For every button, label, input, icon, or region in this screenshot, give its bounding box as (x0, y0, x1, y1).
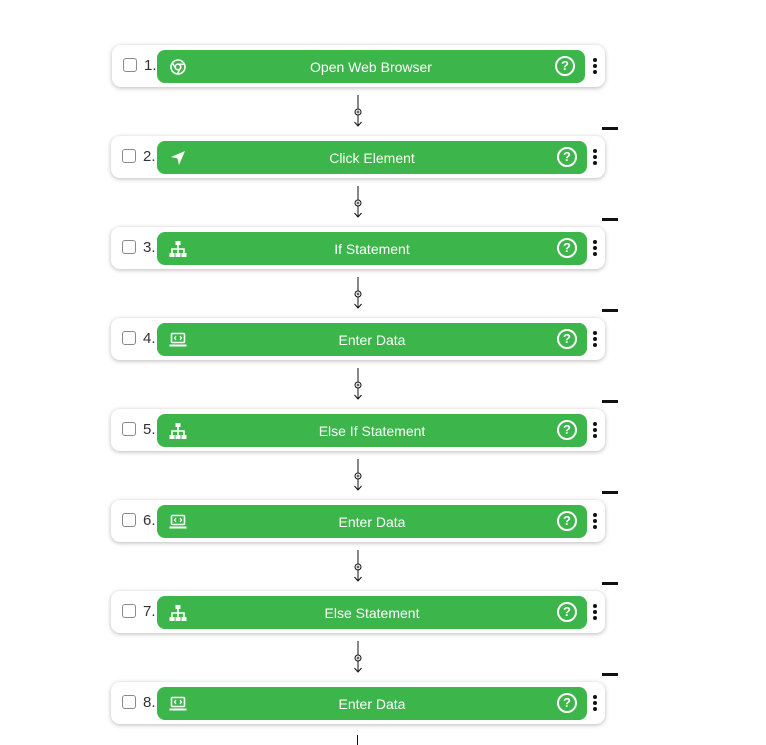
connector-arrow (352, 459, 364, 491)
connector-arrow (352, 277, 364, 309)
help-icon[interactable]: ? (557, 329, 577, 349)
step-action-button[interactable]: Else If Statement ? (157, 414, 587, 447)
more-options-icon[interactable] (592, 58, 598, 76)
step-action-button[interactable]: Else Statement ? (157, 596, 587, 629)
step-number: 5. (143, 421, 156, 438)
more-options-icon[interactable] (592, 331, 598, 349)
step-action-button[interactable]: Enter Data ? (157, 687, 587, 720)
step-card-5[interactable]: 5. Else If Statement ? (111, 409, 605, 451)
step-number: 2. (143, 148, 156, 165)
connector-arrow (352, 368, 364, 400)
collapse-button[interactable] (602, 673, 618, 676)
step-action-button[interactable]: Enter Data ? (157, 505, 587, 538)
laptop-code-icon (168, 694, 188, 714)
step-number: 1. (144, 57, 157, 74)
step-checkbox[interactable] (122, 695, 136, 709)
step-label: Else If Statement (318, 423, 426, 439)
step-card-7[interactable]: 7. Else Statement ? (111, 591, 605, 633)
help-icon[interactable]: ? (557, 238, 577, 258)
step-action-button[interactable]: Click Element ? (157, 141, 587, 174)
help-icon[interactable]: ? (557, 147, 577, 167)
collapse-button[interactable] (602, 127, 618, 130)
more-options-icon[interactable] (592, 149, 598, 167)
step-checkbox[interactable] (122, 149, 136, 163)
laptop-code-icon (168, 512, 188, 532)
step-label: Else Statement (324, 605, 420, 621)
step-checkbox[interactable] (122, 240, 136, 254)
step-label: Enter Data (338, 696, 406, 712)
help-icon[interactable]: ? (557, 602, 577, 622)
connector-arrow (352, 550, 364, 582)
step-action-button[interactable]: If Statement ? (157, 232, 587, 265)
laptop-code-icon (168, 330, 188, 350)
more-options-icon[interactable] (592, 695, 598, 713)
connector-arrow (352, 641, 364, 673)
chrome-icon (168, 57, 188, 77)
step-checkbox[interactable] (122, 331, 136, 345)
step-action-button[interactable]: Open Web Browser ? (157, 50, 585, 83)
step-card-8[interactable]: 8. Enter Data ? (111, 682, 605, 724)
help-icon[interactable]: ? (557, 420, 577, 440)
step-card-1[interactable]: 1. Open Web Browser ? (112, 45, 605, 87)
hierarchy-icon (168, 421, 188, 441)
step-label: Enter Data (338, 332, 406, 348)
connector-arrow (352, 186, 364, 218)
step-number: 3. (143, 239, 156, 256)
step-checkbox[interactable] (123, 58, 137, 72)
step-card-3[interactable]: 3. If Statement ? (111, 227, 605, 269)
more-options-icon[interactable] (592, 604, 598, 622)
collapse-button[interactable] (602, 400, 618, 403)
hierarchy-icon (168, 239, 188, 259)
step-label: If Statement (334, 241, 410, 257)
step-label: Click Element (329, 150, 415, 166)
connector-arrow (352, 95, 364, 127)
hierarchy-icon (168, 603, 188, 623)
step-checkbox[interactable] (122, 422, 136, 436)
step-number: 6. (143, 512, 156, 529)
step-card-4[interactable]: 4. Enter Data ? (111, 318, 605, 360)
step-label: Enter Data (338, 514, 406, 530)
workflow-canvas: 1. Open Web Browser ? 2. Click Element ? (0, 0, 766, 745)
step-checkbox[interactable] (122, 604, 136, 618)
collapse-button[interactable] (602, 491, 618, 494)
step-number: 4. (143, 330, 156, 347)
step-checkbox[interactable] (122, 513, 136, 527)
help-icon[interactable]: ? (555, 56, 575, 76)
help-icon[interactable]: ? (557, 693, 577, 713)
step-action-button[interactable]: Enter Data ? (157, 323, 587, 356)
collapse-button[interactable] (602, 218, 618, 221)
more-options-icon[interactable] (592, 422, 598, 440)
more-options-icon[interactable] (592, 513, 598, 531)
step-label: Open Web Browser (310, 59, 432, 75)
help-icon[interactable]: ? (557, 511, 577, 531)
step-card-2[interactable]: 2. Click Element ? (111, 136, 605, 178)
step-number: 7. (143, 603, 156, 620)
cursor-arrow-icon (168, 148, 188, 168)
collapse-button[interactable] (602, 309, 618, 312)
step-number: 8. (143, 694, 156, 711)
step-card-6[interactable]: 6. Enter Data ? (111, 500, 605, 542)
more-options-icon[interactable] (592, 240, 598, 258)
connector-line (357, 735, 358, 745)
collapse-button[interactable] (602, 582, 618, 585)
